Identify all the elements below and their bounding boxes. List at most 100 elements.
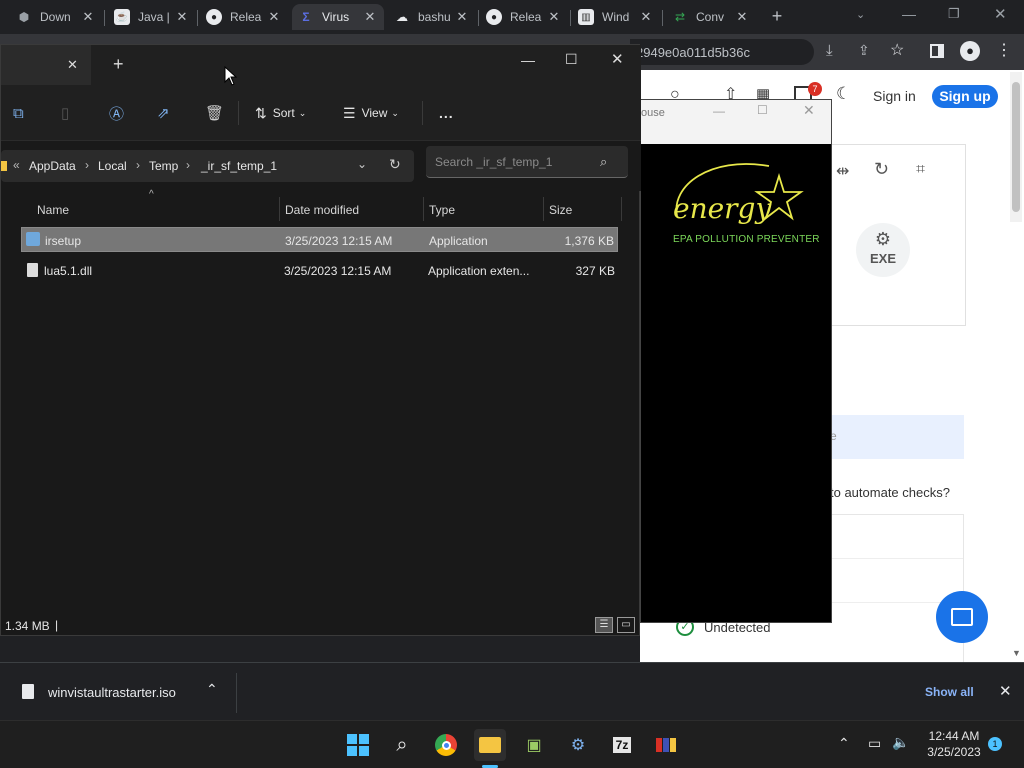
profile-avatar-icon[interactable]: ● (960, 41, 980, 61)
chevron-down-icon: ⌄ (391, 107, 399, 118)
chevron-right-icon: › (85, 158, 89, 172)
close-icon[interactable]: ✕ (174, 9, 190, 25)
share-icon[interactable]: ⇗ (157, 99, 170, 127)
minimize-icon[interactable]: — (521, 52, 535, 68)
browser-tab[interactable]: ● Relea ✕ (480, 4, 568, 30)
maximize-icon[interactable]: ☐ (757, 103, 768, 117)
close-icon[interactable]: ✕ (546, 9, 562, 25)
chevron-up-icon[interactable]: ⌃ (838, 735, 850, 752)
browser-tab[interactable]: ⇄ Conv ✕ (666, 4, 756, 30)
installer-taskbar-icon[interactable]: ⚙ (562, 729, 594, 761)
clock-time[interactable]: 12:44 AM (924, 729, 984, 743)
copy-icon[interactable]: ⧉ (13, 99, 24, 127)
close-browser-icon[interactable]: ✕ (994, 5, 1007, 23)
compare-icon[interactable]: ⇹ (836, 161, 849, 181)
status-separator: | (55, 618, 59, 632)
explorer-titlebar[interactable]: ✕ + — ☐ ✕ (1, 45, 641, 85)
browser-tab[interactable]: ● Relea ✕ (200, 4, 288, 30)
breadcrumb-item[interactable]: AppData (29, 159, 76, 173)
restore-icon[interactable]: ❐ (948, 6, 960, 22)
sign-in-link[interactable]: Sign in (873, 88, 916, 104)
sign-up-button[interactable]: Sign up (932, 85, 998, 108)
close-icon[interactable]: ✕ (80, 9, 96, 25)
scroll-down-icon[interactable]: ▼ (1012, 648, 1021, 658)
download-bar: winvistaultrastarter.iso ⌃ Show all ✕ (0, 662, 1024, 720)
close-tab-icon[interactable]: ✕ (67, 57, 78, 73)
winrar-taskbar-icon[interactable] (650, 729, 682, 761)
browser-tab[interactable]: ☕ Java | ✕ (108, 4, 196, 30)
browser-tab-active[interactable]: Σ Virus ✕ (292, 4, 384, 30)
share-icon[interactable]: ⇪ (858, 42, 870, 59)
search-icon[interactable]: ⌕ (386, 729, 418, 761)
sort-button[interactable]: ⇅ Sort ⌄ (255, 99, 306, 127)
tab-search-chevron-icon[interactable]: ⌄ (856, 8, 865, 21)
file-row[interactable]: lua5.1.dll 3/25/2023 12:15 AM Applicatio… (21, 258, 618, 283)
file-explorer-taskbar-icon[interactable] (474, 729, 506, 761)
new-tab-plus-icon[interactable]: + (766, 6, 788, 28)
close-icon[interactable]: ✕ (803, 102, 815, 119)
close-icon[interactable]: ✕ (266, 9, 282, 25)
view-button[interactable]: ☰ View ⌄ (343, 99, 399, 127)
menu-kebab-icon[interactable]: ⋮ (996, 40, 1012, 60)
file-type: Application (429, 234, 488, 248)
volume-icon[interactable]: 🔈 (892, 734, 909, 751)
browser-tab[interactable]: ☁ bashu ✕ (388, 4, 476, 30)
rename-icon[interactable]: Ⓐ (109, 99, 124, 127)
install-icon[interactable]: ⤓ (826, 42, 833, 59)
app-taskbar-icon[interactable]: ▣ (518, 729, 550, 761)
network-icon[interactable]: ▭ (868, 735, 881, 752)
energy-window-titlebar[interactable]: ouse — ☐ ✕ (641, 100, 831, 144)
breadcrumb-item[interactable]: _ir_sf_temp_1 (201, 159, 277, 173)
chevron-down-icon[interactable]: ⌄ (357, 157, 367, 171)
dark-mode-moon-icon[interactable]: ☾ (836, 84, 851, 104)
column-header-name[interactable]: Name (37, 199, 69, 221)
close-icon[interactable]: ✕ (362, 9, 378, 25)
show-all-link[interactable]: Show all (925, 685, 974, 699)
sevenzip-taskbar-icon[interactable]: 7z (606, 729, 638, 761)
file-icon (22, 684, 34, 699)
start-button[interactable] (342, 729, 374, 761)
column-header-date[interactable]: Date modified (285, 199, 359, 221)
chrome-taskbar-icon[interactable] (430, 729, 462, 761)
detection-list (830, 514, 964, 664)
breadcrumb[interactable]: « AppData › Local › Temp › _ir_sf_temp_1… (1, 150, 414, 182)
close-icon[interactable]: ✕ (454, 9, 470, 25)
file-row-selected[interactable]: irsetup 3/25/2023 12:15 AM Application 1… (21, 227, 618, 252)
more-options-button[interactable]: ... (439, 99, 454, 127)
close-window-icon[interactable]: ✕ (611, 50, 624, 68)
chevron-up-icon[interactable]: ⌃ (206, 681, 218, 698)
file-size: 327 KB (575, 264, 615, 278)
breadcrumb-item[interactable]: Local (98, 159, 127, 173)
overflow-chevron-icon[interactable]: « (13, 158, 20, 172)
chat-button[interactable] (936, 591, 988, 643)
browser-tab[interactable]: ⬢ Down ✕ (10, 4, 102, 30)
delete-icon[interactable]: 🗑 (205, 99, 224, 127)
notification-badge[interactable]: 1 (988, 737, 1002, 751)
address-bar[interactable]: 2949e0a011d5b36c (630, 39, 814, 65)
paste-icon[interactable]: ▯ (61, 99, 69, 127)
close-download-bar-icon[interactable]: ✕ (999, 682, 1012, 700)
close-icon[interactable]: ✕ (638, 9, 654, 25)
tiles-view-icon[interactable]: ▭ (617, 617, 635, 633)
breadcrumb-item[interactable]: Temp (149, 159, 178, 173)
graph-icon[interactable]: ⌗ (916, 161, 925, 179)
maximize-icon[interactable]: ☐ (565, 51, 578, 68)
new-tab-plus-icon[interactable]: + (113, 54, 124, 75)
column-header-type[interactable]: Type (429, 199, 455, 221)
minimize-icon[interactable]: — (713, 104, 725, 118)
scrollbar[interactable] (1010, 72, 1022, 222)
side-panel-icon[interactable] (930, 44, 944, 58)
reanalyze-icon[interactable]: ↻ (874, 159, 889, 180)
details-view-icon[interactable]: ☰ (595, 617, 613, 633)
automate-link[interactable]: to automate checks? (830, 485, 950, 500)
browser-tab[interactable]: ▥ Wind ✕ (572, 4, 660, 30)
column-header-size[interactable]: Size (549, 199, 572, 221)
explorer-tab[interactable]: ✕ (1, 45, 91, 85)
close-icon[interactable]: ✕ (734, 9, 750, 25)
clock-date[interactable]: 3/25/2023 (924, 745, 984, 759)
minimize-icon[interactable]: — (902, 6, 916, 22)
search-box[interactable]: Search _ir_sf_temp_1 ⌕ (426, 146, 628, 178)
download-filename[interactable]: winvistaultrastarter.iso (48, 685, 176, 700)
bookmark-star-icon[interactable]: ☆ (890, 40, 904, 60)
refresh-icon[interactable]: ↻ (389, 156, 401, 173)
